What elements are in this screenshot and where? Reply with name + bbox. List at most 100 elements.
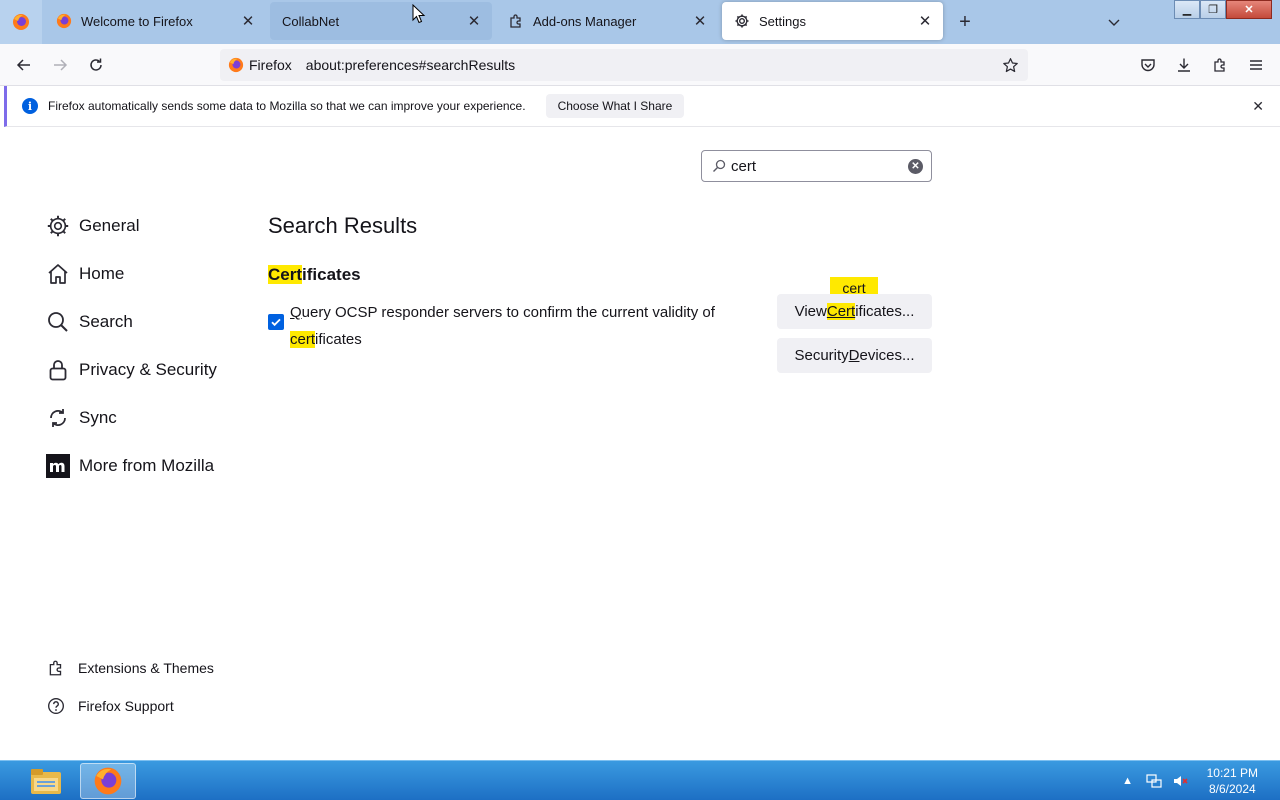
minimize-icon: ▁ [1182,4,1192,16]
extensions-themes-link[interactable]: Extensions & Themes [46,656,214,680]
certificates-group-title: Certificates [268,265,361,284]
gear-icon [734,13,750,29]
data-reporting-notification: i Firefox automatically sends some data … [4,86,1280,127]
mozilla-icon [45,453,71,479]
footer-link-label: Extensions & Themes [78,660,214,676]
firefox-view-button[interactable] [0,0,42,44]
clock-time: 10:21 PM [1206,766,1258,780]
category-general[interactable]: General [45,210,139,242]
identity-label: Firefox [249,57,292,73]
search-results-title: Search Results [268,213,418,238]
identity-box[interactable]: Firefox [220,57,300,73]
search-highlight: Cert [268,265,303,284]
tab-close-button[interactable]: ✕ [692,13,708,30]
bookmark-button[interactable] [1000,55,1020,75]
ocsp-checkbox-row[interactable]: Query OCSP responder servers to confirm … [268,299,728,353]
hamburger-menu-icon [1250,60,1262,70]
category-privacy-security[interactable]: Privacy & Security [45,354,217,386]
search-highlight: cert [290,331,316,348]
category-more-from-mozilla[interactable]: More from Mozilla [45,450,214,482]
close-window-button[interactable]: ✕ [1226,0,1272,19]
firefox-support-link[interactable]: Firefox Support [46,694,174,718]
clear-search-icon[interactable]: ✕ [908,159,923,174]
gear-icon [45,213,71,239]
taskbar-clock[interactable]: 10:21 PM 8/6/2024 [1207,765,1258,797]
checkmark-icon [271,318,281,327]
firefox-icon [228,57,244,73]
category-label: General [79,216,140,235]
restore-button[interactable]: ❐ [1200,0,1226,19]
volume-muted-icon[interactable] [1169,770,1191,792]
forward-button[interactable] [46,51,74,79]
url-text[interactable]: about:preferences#searchResults [306,57,515,73]
network-icon[interactable] [1143,770,1165,792]
restore-icon: ❐ [1208,4,1218,16]
lock-icon [45,357,71,383]
choose-what-i-share-button[interactable]: Choose What I Share [545,94,685,118]
pocket-button[interactable] [1134,51,1162,79]
reload-icon [90,58,102,71]
view-certificates-button[interactable]: View Cert ificates... [777,294,932,329]
tab-title: Add-ons Manager [533,13,637,29]
category-label: More from Mozilla [79,456,215,475]
extensions-button[interactable] [1206,51,1234,79]
tab-collabnet[interactable]: CollabNet ✕ [270,2,492,40]
plus-icon: + [959,10,971,33]
chevron-down-icon [1108,19,1120,26]
close-icon: ✕ [1244,4,1254,16]
download-icon [1178,58,1190,72]
pocket-icon [1141,59,1155,72]
firefox-icon [94,767,122,795]
category-label: Sync [79,408,117,427]
back-button[interactable] [10,51,38,79]
settings-search-input[interactable] [731,157,901,175]
file-explorer-taskbar-button[interactable] [18,763,74,799]
settings-page: ✕ General Home Search Privacy & Security… [0,127,1280,760]
clock-date: 8/6/2024 [1208,782,1256,796]
category-home[interactable]: Home [45,258,124,290]
downloads-button[interactable] [1170,51,1198,79]
security-devices-button[interactable]: Security Devices... [777,338,932,373]
tab-title: Welcome to Firefox [81,13,193,29]
puzzle-icon [1214,58,1225,72]
tab-close-button[interactable]: ✕ [466,13,482,30]
tab-welcome[interactable]: Welcome to Firefox ✕ [44,2,266,40]
ocsp-checkbox-label: Query OCSP responder servers to confirm … [290,304,715,348]
mouse-cursor-icon [412,4,426,24]
search-highlight: Cert [826,303,856,320]
category-sync[interactable]: Sync [45,402,117,434]
notification-close-button[interactable]: ✕ [1252,98,1264,115]
window-controls: ▁ ❐ ✕ [1174,0,1272,20]
minimize-button[interactable]: ▁ [1174,0,1200,19]
home-icon [45,261,71,287]
category-label: Search [79,312,133,331]
show-hidden-icons-button[interactable]: ▲ [1117,770,1139,792]
firefox-taskbar-button[interactable] [80,763,136,799]
ocsp-checkbox[interactable] [268,314,284,330]
reload-button[interactable] [82,51,110,79]
category-label: Privacy & Security [79,360,217,379]
settings-search-box[interactable]: ✕ [701,150,932,182]
back-arrow-icon [16,59,30,71]
star-icon [1002,57,1018,72]
puzzle-icon [508,13,524,29]
folder-icon [31,769,61,794]
firefox-icon [13,14,29,30]
tab-close-button[interactable]: ✕ [917,13,933,30]
forward-arrow-icon [54,59,68,71]
puzzle-icon [46,658,66,678]
list-all-tabs-button[interactable] [1104,12,1124,32]
app-menu-button[interactable] [1242,51,1270,79]
tab-close-button[interactable]: ✕ [240,13,256,30]
category-label: Home [79,264,125,283]
notification-message: Firefox automatically sends some data to… [48,99,526,113]
firefox-icon [56,13,72,29]
new-tab-button[interactable]: + [952,9,978,35]
system-tray: ▲ 10:21 PM 8/6/2024 [1117,761,1280,800]
tab-settings[interactable]: Settings ✕ [722,2,943,40]
category-search[interactable]: Search [45,306,133,338]
tab-addons-manager[interactable]: Add-ons Manager ✕ [496,2,718,40]
sync-icon [45,405,71,431]
navigation-toolbar: Firefox about:preferences#searchResults [0,44,1280,86]
url-bar[interactable]: Firefox about:preferences#searchResults [220,49,1028,81]
